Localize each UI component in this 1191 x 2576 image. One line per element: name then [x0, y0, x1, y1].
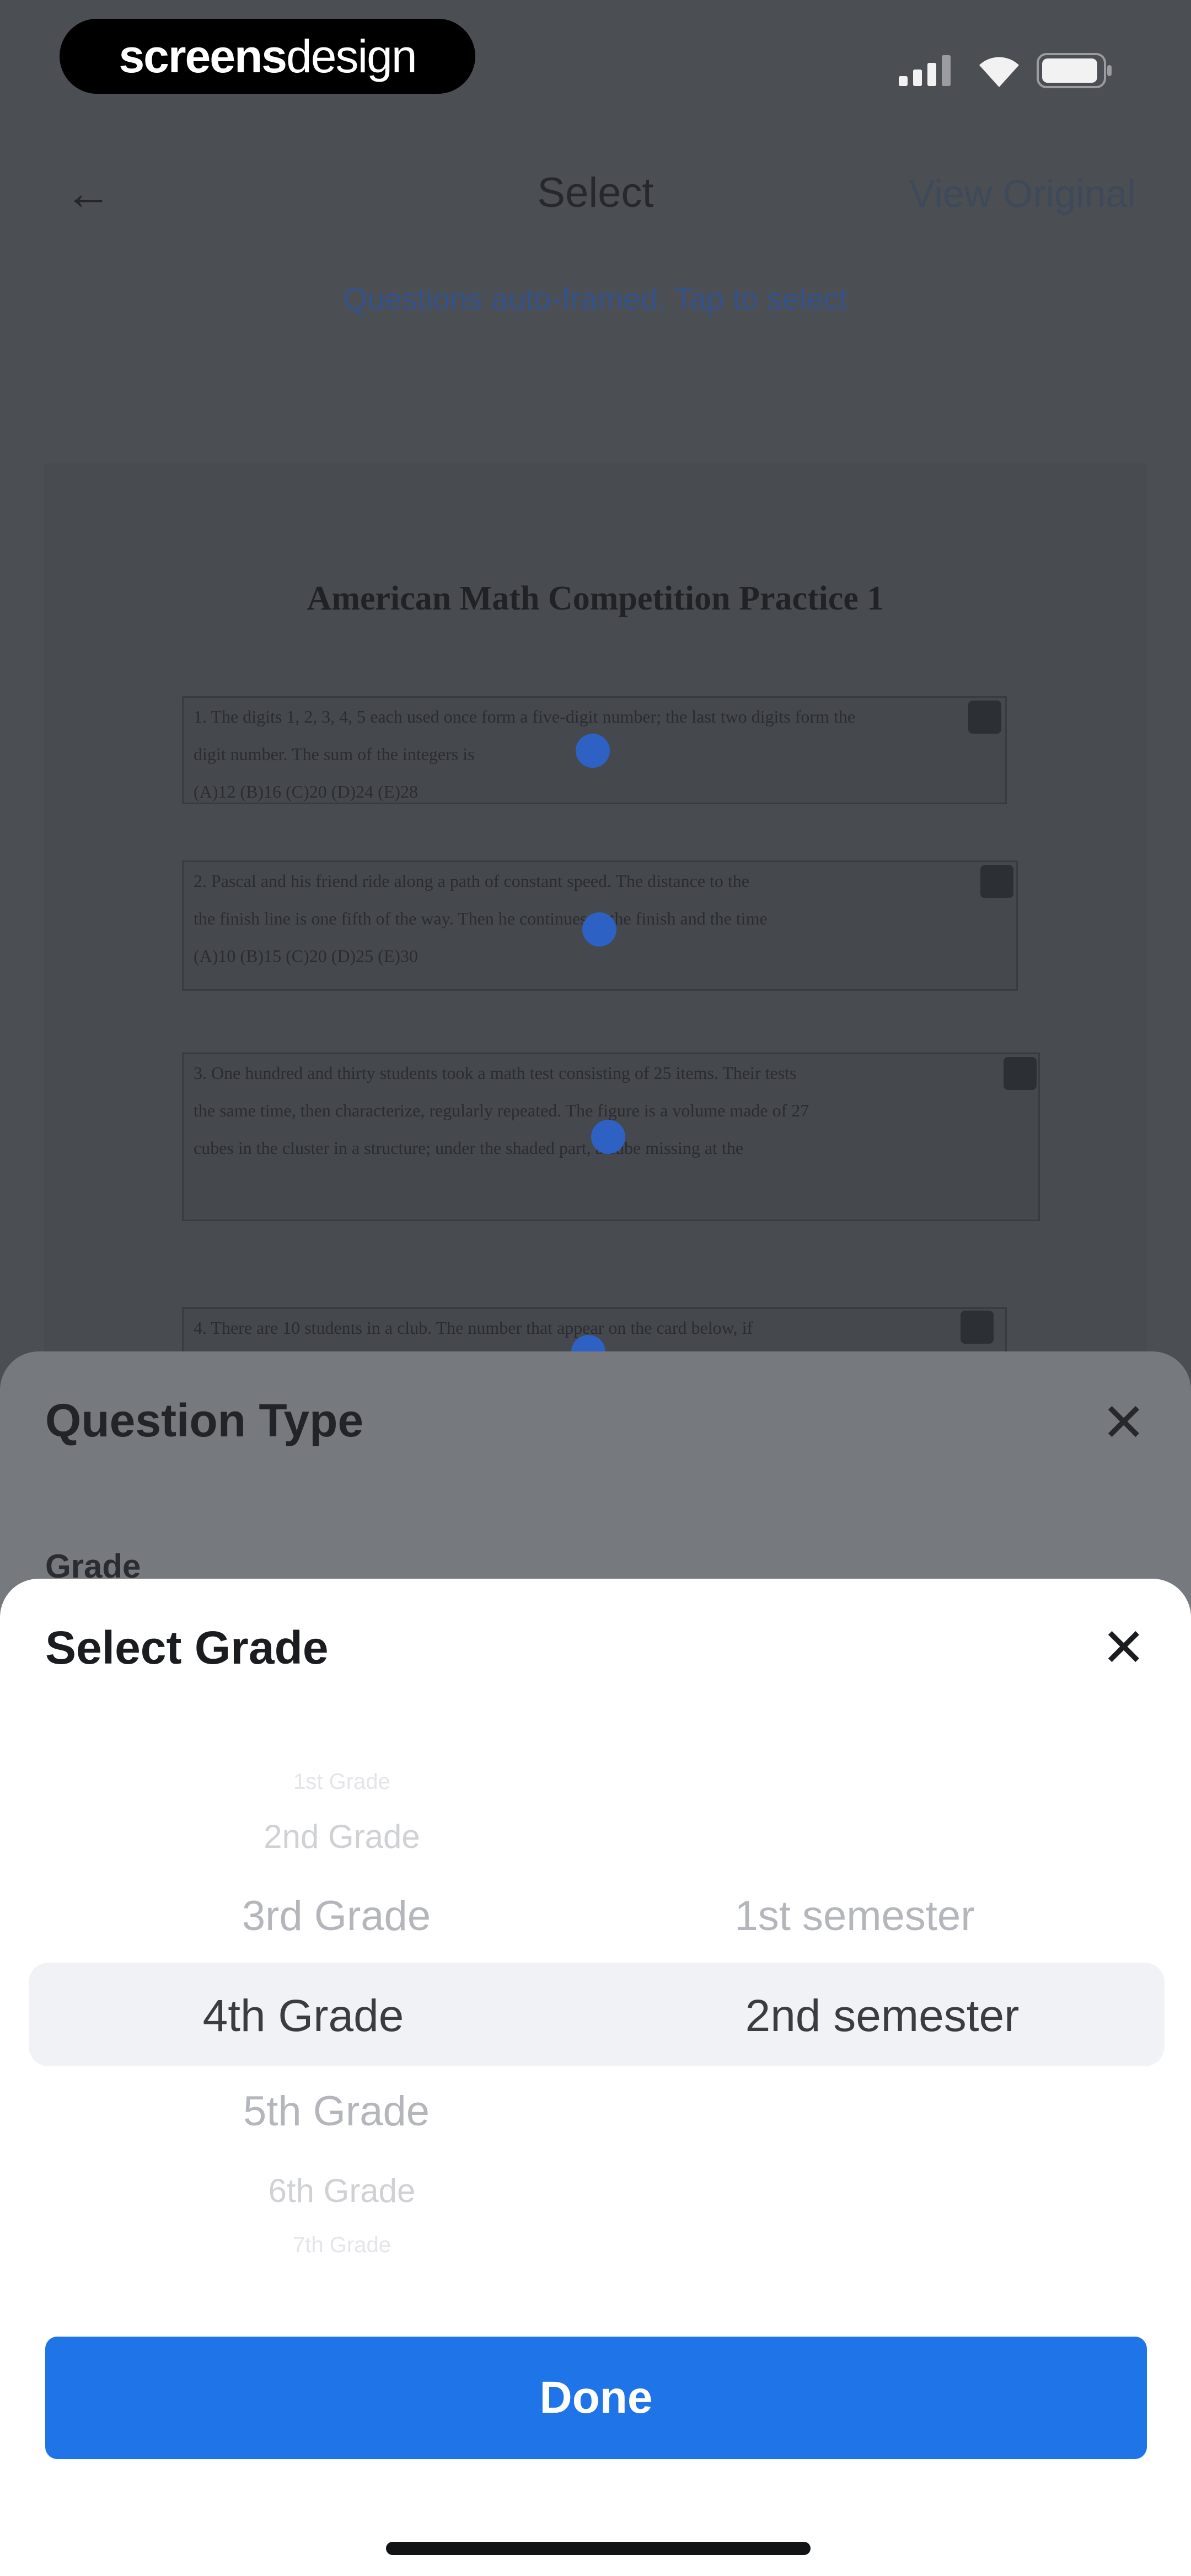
grade-option[interactable]: 3rd Grade [187, 1889, 485, 1944]
page-title: Select [537, 169, 654, 216]
screensdesign-logo: screens design [60, 19, 475, 94]
question-line: 2. Pascal and his friend ride along a pa… [194, 871, 749, 891]
question-type-title: Question Type [45, 1394, 364, 1446]
semester-option[interactable]: 1st semester [662, 1889, 1048, 1944]
signal-icon [899, 55, 954, 86]
grade-option[interactable]: 1st Grade [210, 1771, 474, 1793]
question-2-checkbox[interactable] [980, 865, 1013, 898]
grade-label: Grade [45, 1548, 141, 1585]
semester-option-selected[interactable]: 2nd semester [684, 1986, 1081, 2046]
select-grade-title: Select Grade [45, 1622, 329, 1674]
grade-option[interactable]: 2nd Grade [198, 1815, 485, 1859]
question-2-select-dot[interactable] [582, 912, 616, 947]
auto-frame-hint: Questions auto-framed. Tap to select [343, 281, 848, 316]
logo-light-text: design [286, 30, 417, 82]
close-icon[interactable]: ✕ [1091, 1390, 1157, 1456]
done-button[interactable]: Done [45, 2337, 1147, 2459]
question-3-select-dot[interactable] [591, 1120, 625, 1154]
battery-icon [1037, 53, 1114, 88]
question-3-checkbox[interactable] [1004, 1057, 1037, 1090]
logo-bold-text: screens [119, 30, 287, 82]
view-original-link[interactable]: View Original [893, 169, 1136, 218]
grade-option-selected[interactable]: 4th Grade [160, 1986, 447, 2046]
grade-option[interactable]: 7th Grade [210, 2234, 474, 2256]
question-1-checkbox[interactable] [968, 701, 1001, 734]
grade-option[interactable]: 5th Grade [187, 2084, 485, 2139]
paper-title: American Math Competition Practice 1 [307, 580, 884, 617]
question-line: 1. The digits 1, 2, 3, 4, 5 each used on… [194, 707, 856, 726]
grade-option[interactable]: 6th Grade [198, 2169, 485, 2213]
question-1-select-dot[interactable] [576, 734, 610, 768]
wifi-icon [977, 53, 1021, 87]
back-arrow-icon[interactable]: ← [61, 165, 116, 221]
home-indicator[interactable] [386, 2542, 811, 2555]
question-options: (A)12 (B)16 (C)20 (D)24 (E)28 [194, 782, 419, 801]
close-icon[interactable]: ✕ [1091, 1615, 1157, 1681]
question-line: 3. One hundred and thirty students took … [194, 1063, 797, 1083]
question-4-checkbox[interactable] [961, 1311, 994, 1344]
